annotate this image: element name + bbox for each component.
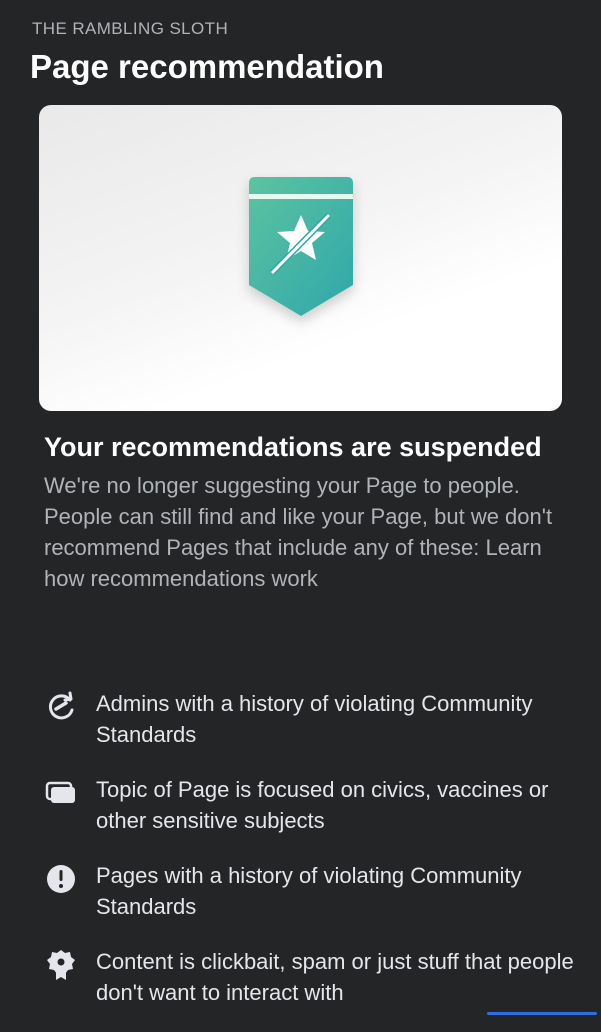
list-item: Pages with a history of violating Commun… [44,860,574,946]
status-description: We're no longer suggesting your Page to … [44,473,553,591]
home-indicator[interactable] [487,1012,597,1015]
list-item: Admins with a history of violating Commu… [44,688,574,774]
page-name-label: THE RAMBLING SLOTH [32,19,229,38]
reason-text: Content is clickbait, spam or just stuff… [96,949,574,1005]
list-item: Content is clickbait, spam or just stuff… [44,946,574,1032]
reason-text: Pages with a history of violating Commun… [96,863,522,919]
exclamation-circle-icon [47,865,75,893]
page-title: Page recommendation [30,48,384,85]
badge-ribbon-icon [47,950,75,980]
history-arrow-icon [48,691,74,720]
stacked-cards-icon [45,781,75,803]
hero-illustration-card [39,105,562,411]
recommendation-badge-slashed-star-icon [249,177,353,316]
list-item: Topic of Page is focused on civics, vacc… [44,774,574,860]
reasons-list: Admins with a history of violating Commu… [44,688,574,1032]
reason-text: Topic of Page is focused on civics, vacc… [96,777,549,833]
status-headline: Your recommendations are suspended [44,432,542,462]
reason-text: Admins with a history of violating Commu… [96,691,533,747]
status-section: Your recommendations are suspended We're… [44,428,564,594]
